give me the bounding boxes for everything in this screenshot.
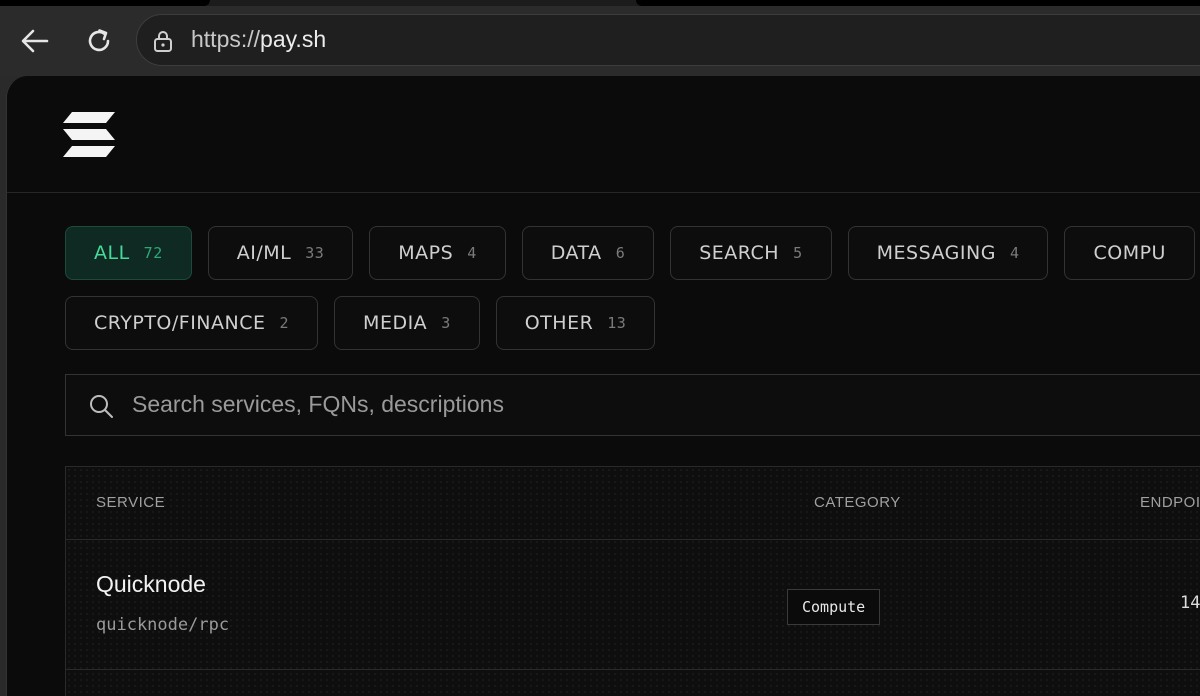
filter-chip-compute[interactable]: COMPU <box>1064 226 1195 280</box>
column-header-endpoints[interactable]: ENDPOI <box>1140 494 1200 511</box>
category-badge: Compute <box>787 589 881 625</box>
column-header-service[interactable]: SERVICE <box>96 494 165 511</box>
filter-chip-crypto-finance[interactable]: CRYPTO/FINANCE 2 <box>65 296 319 350</box>
filter-chip-ai-ml[interactable]: AI/ML 33 <box>207 226 354 280</box>
arrow-left-icon <box>21 29 49 53</box>
filter-chip-media[interactable]: MEDIA 3 <box>334 296 480 350</box>
column-header-category[interactable]: CATEGORY <box>814 494 901 511</box>
filter-chip-messaging[interactable]: MESSAGING 4 <box>847 226 1049 280</box>
endpoint-count: 14 <box>1180 593 1200 613</box>
table-header: SERVICE CATEGORY ENDPOI <box>66 467 1200 540</box>
service-name: Quicknode <box>96 571 206 597</box>
filter-chip-search[interactable]: SEARCH 5 <box>670 226 832 280</box>
filter-row: ALL 72 AI/ML 33 MAPS 4 DATA 6 SEARCH 5 MESSAG… <box>65 226 1195 280</box>
reload-icon <box>88 29 110 52</box>
table-row[interactable]: Quicknode quicknode/rpc Compute 14 <box>66 539 1200 670</box>
site-header <box>7 76 1200 193</box>
services-table: SERVICE CATEGORY ENDPOI Quicknode quickn… <box>65 466 1200 696</box>
filter-chip-other[interactable]: OTHER 13 <box>495 296 656 350</box>
address-bar[interactable]: https://pay.sh <box>136 14 1200 66</box>
filter-chip-all[interactable]: ALL 72 <box>65 226 192 280</box>
reload-button[interactable] <box>82 24 116 58</box>
search-placeholder: Search services, FQNs, descriptions <box>132 391 504 417</box>
search-input[interactable]: Search services, FQNs, descriptions <box>65 374 1200 436</box>
filter-row: CRYPTO/FINANCE 2 MEDIA 3 OTHER 13 <box>65 296 656 350</box>
url-text: https://pay.sh <box>191 26 327 52</box>
back-button[interactable] <box>18 24 52 58</box>
logo-icon[interactable] <box>63 112 115 158</box>
web-page: ALL 72 AI/ML 33 MAPS 4 DATA 6 SEARCH 5 MESSAG… <box>6 76 1200 696</box>
lock-icon <box>154 31 172 52</box>
filter-chip-data[interactable]: DATA 6 <box>521 226 655 280</box>
service-fqn: quicknode/rpc <box>96 615 230 635</box>
browser-toolbar: https://pay.sh <box>0 6 1200 76</box>
search-icon <box>90 395 113 418</box>
filter-chip-maps[interactable]: MAPS 4 <box>369 226 506 280</box>
